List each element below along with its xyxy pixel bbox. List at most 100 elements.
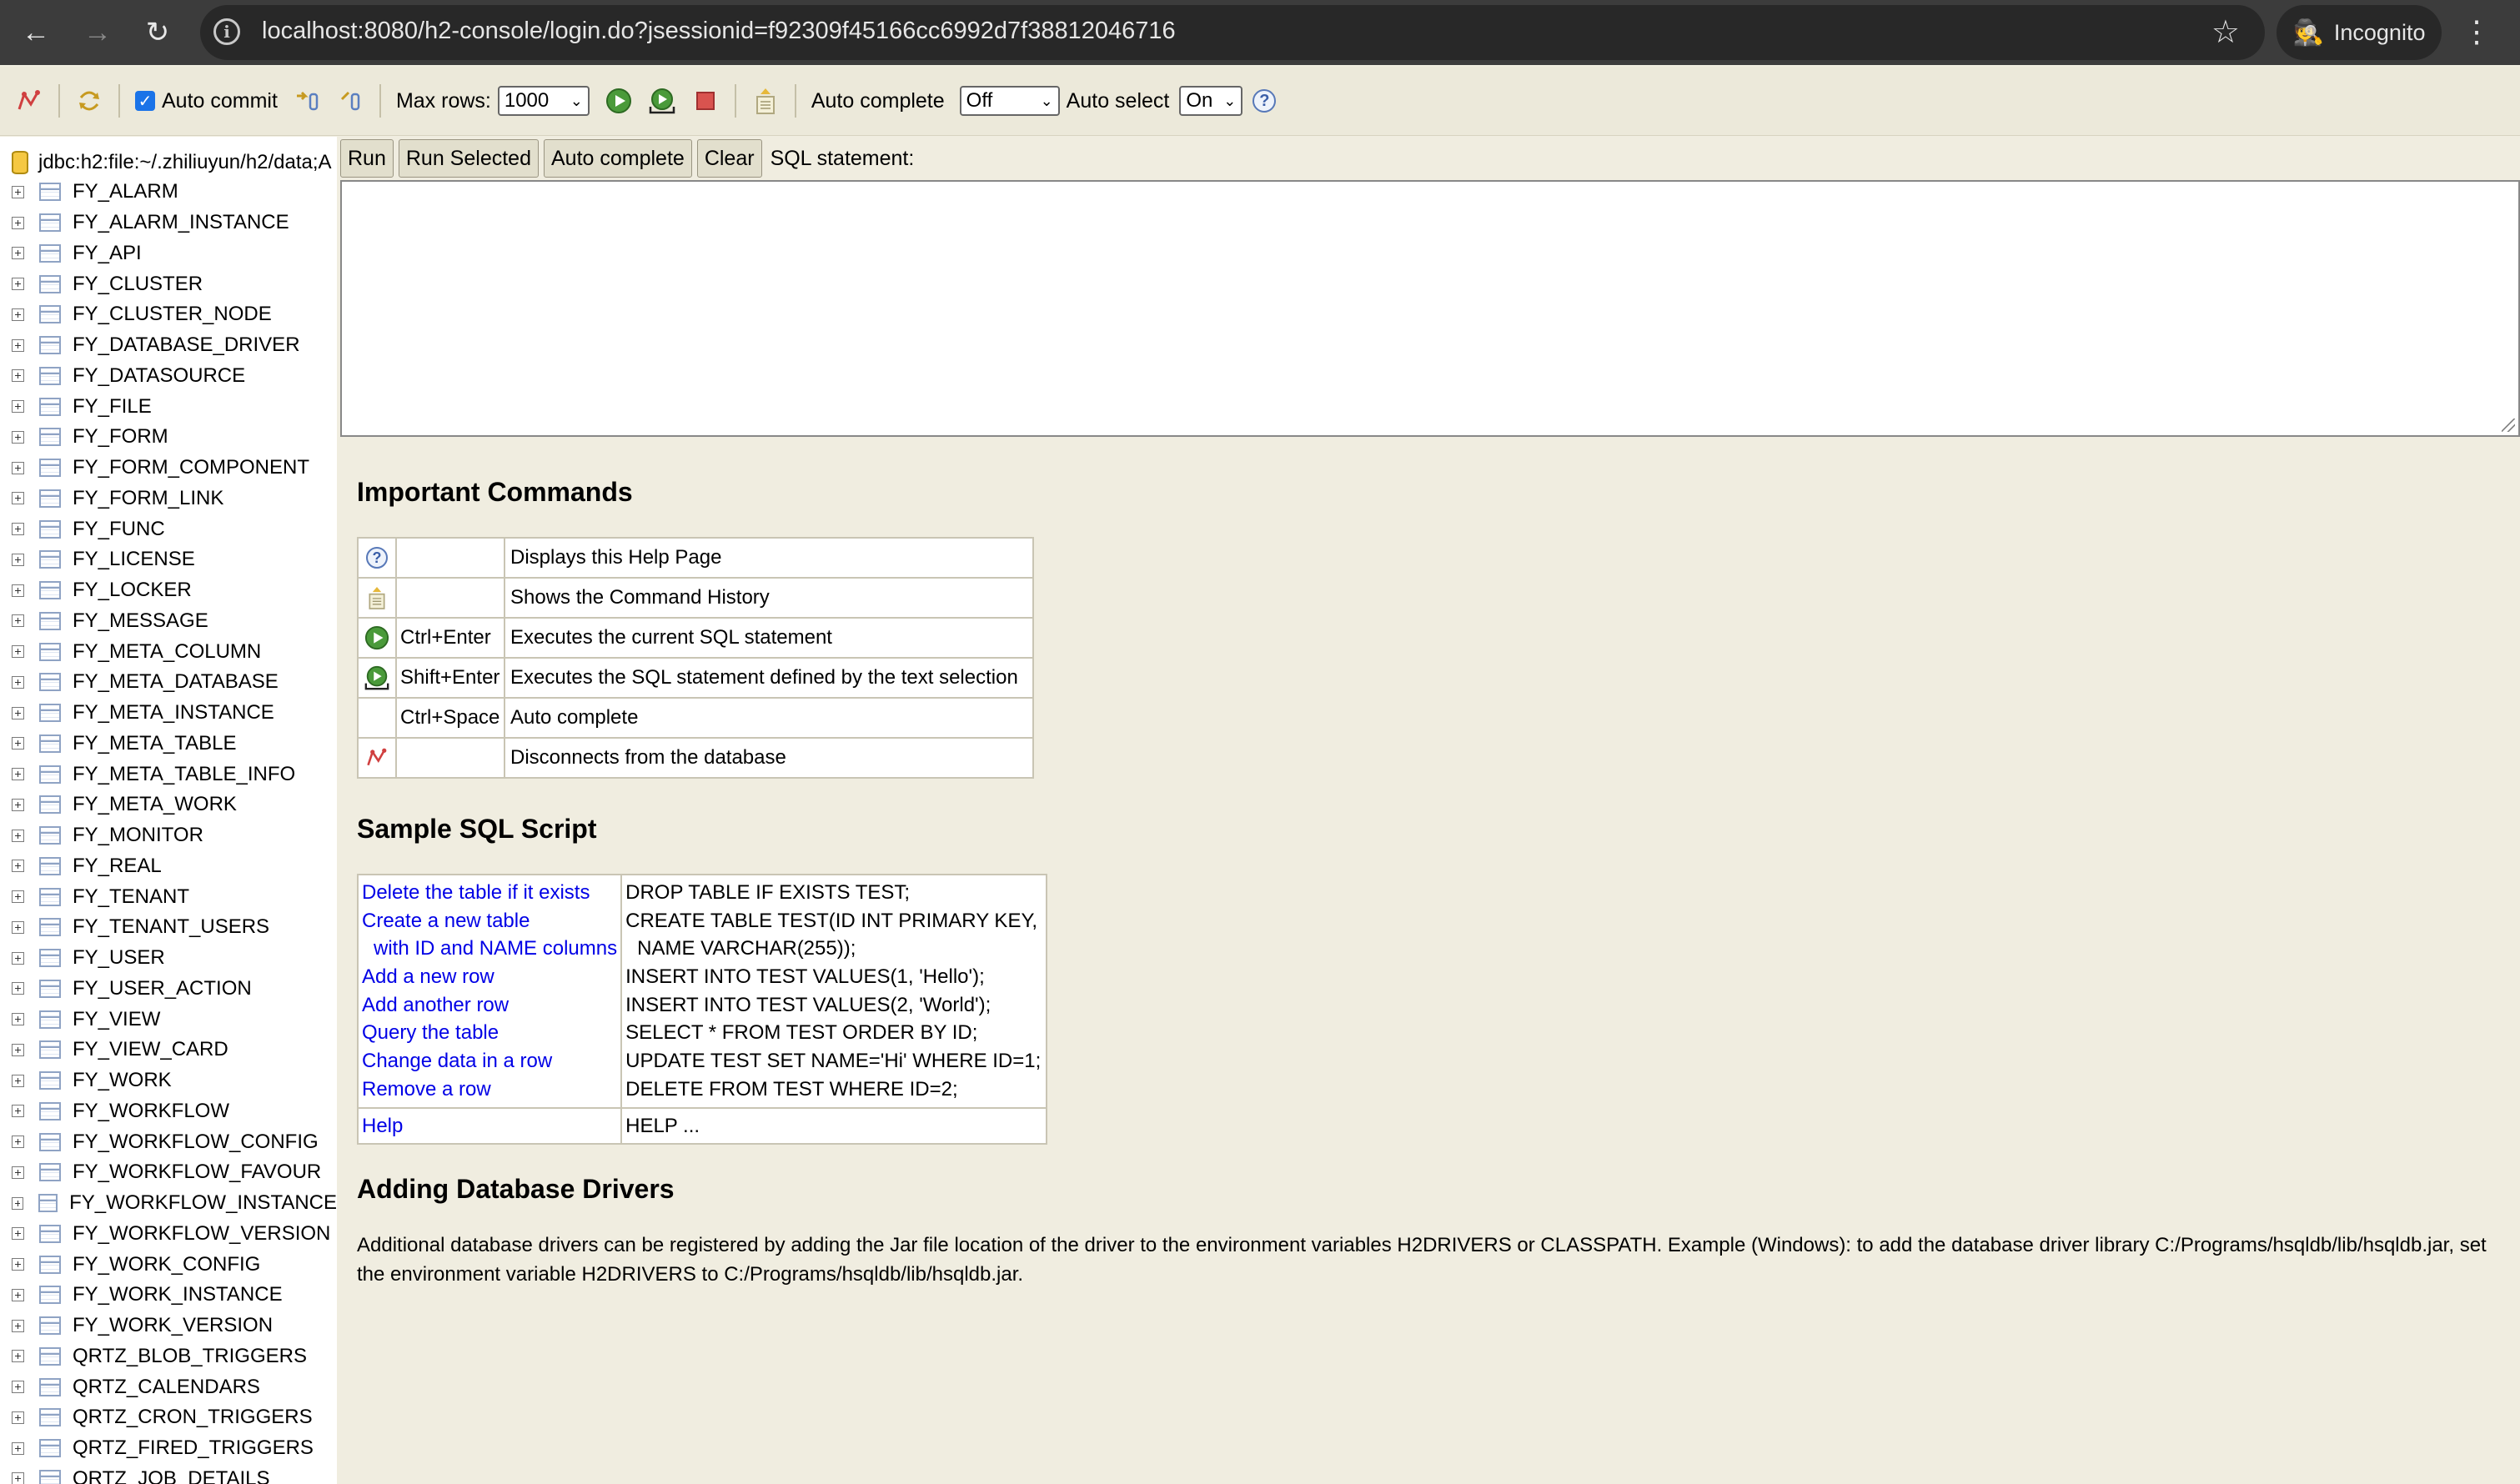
rollback-icon[interactable]	[336, 87, 364, 115]
sample-link[interactable]: Add a new row	[362, 963, 617, 991]
table-name[interactable]: FY_USER	[73, 946, 165, 970]
table-name[interactable]: FY_WORKFLOW_INSTANCE	[69, 1191, 337, 1215]
expand-icon[interactable]	[12, 584, 24, 597]
tree-table-row[interactable]: FY_VIEW_CARD	[0, 1035, 337, 1065]
tree-table-row[interactable]: FY_DATASOURCE	[0, 361, 337, 392]
sample-link[interactable]: Remove a row	[362, 1075, 617, 1104]
table-name[interactable]: FY_USER_ACTION	[73, 977, 252, 1000]
address-url[interactable]: localhost:8080/h2-console/login.do?jsess…	[262, 18, 1176, 45]
sample-link[interactable]: Query the table	[362, 1019, 617, 1047]
expand-icon[interactable]	[12, 1043, 24, 1056]
auto-complete-button[interactable]: Auto complete	[543, 139, 692, 178]
tree-table-row[interactable]: FY_CLUSTER	[0, 268, 337, 299]
stop-icon[interactable]	[691, 87, 720, 115]
run-selected-icon[interactable]	[648, 87, 676, 115]
expand-icon[interactable]	[12, 798, 24, 811]
table-name[interactable]: FY_WORKFLOW_CONFIG	[73, 1131, 319, 1154]
table-name[interactable]: FY_LICENSE	[73, 548, 195, 571]
tree-table-row[interactable]: FY_WORKFLOW	[0, 1096, 337, 1127]
expand-icon[interactable]	[12, 920, 24, 934]
tree-table-row[interactable]: FY_META_TABLE_INFO	[0, 759, 337, 790]
help-icon[interactable]: ?	[1252, 89, 1277, 113]
expand-icon[interactable]	[12, 1013, 24, 1026]
tree-table-row[interactable]: FY_LICENSE	[0, 544, 337, 575]
tree-table-row[interactable]: FY_META_COLUMN	[0, 636, 337, 667]
table-name[interactable]: FY_WORK	[73, 1069, 172, 1092]
tree-table-row[interactable]: FY_WORKFLOW_VERSION	[0, 1219, 337, 1250]
expand-icon[interactable]	[12, 890, 24, 904]
tree-table-row[interactable]: FY_WORKFLOW_FAVOUR	[0, 1157, 337, 1188]
table-name[interactable]: FY_API	[73, 242, 142, 265]
site-info-icon[interactable]: i	[213, 18, 240, 45]
tree-table-row[interactable]: FY_WORK_INSTANCE	[0, 1280, 337, 1311]
reload-icon[interactable]: ↻	[138, 13, 177, 52]
table-name[interactable]: QRTZ_JOB_DETAILS	[73, 1467, 270, 1484]
help-link[interactable]: Help	[362, 1112, 617, 1141]
expand-icon[interactable]	[12, 278, 24, 291]
commit-icon[interactable]	[293, 87, 321, 115]
sample-link[interactable]: Add another row	[362, 991, 617, 1020]
tree-table-row[interactable]: FY_FUNC	[0, 514, 337, 544]
table-name[interactable]: FY_META_INSTANCE	[73, 701, 274, 724]
table-name[interactable]: FY_MESSAGE	[73, 609, 208, 633]
table-name[interactable]: FY_FORM	[73, 425, 168, 449]
browser-menu-icon[interactable]: ⋮	[2460, 12, 2493, 52]
tree-table-row[interactable]: FY_WORK_CONFIG	[0, 1249, 337, 1280]
tree-table-row[interactable]: FY_FILE	[0, 391, 337, 422]
tree-table-row[interactable]: FY_ALARM_INSTANCE	[0, 208, 337, 238]
tree-table-row[interactable]: FY_REAL	[0, 851, 337, 882]
max-rows-select[interactable]: 1000 ⌄	[497, 86, 590, 116]
tree-table-row[interactable]: FY_TENANT	[0, 881, 337, 912]
table-name[interactable]: FY_CLUSTER_NODE	[73, 303, 272, 326]
table-name[interactable]: FY_META_WORK	[73, 793, 237, 816]
tree-table-row[interactable]: FY_WORKFLOW_CONFIG	[0, 1126, 337, 1157]
tree-table-row[interactable]: FY_FORM	[0, 422, 337, 453]
tree-table-row[interactable]: FY_LOCKER	[0, 575, 337, 606]
table-name[interactable]: FY_VIEW	[73, 1008, 160, 1031]
tree-table-row[interactable]: FY_ALARM	[0, 177, 337, 208]
expand-icon[interactable]	[12, 1350, 24, 1363]
expand-icon[interactable]	[12, 308, 24, 321]
expand-icon[interactable]	[12, 523, 24, 536]
clear-button[interactable]: Clear	[696, 139, 762, 178]
expand-icon[interactable]	[12, 706, 24, 719]
tree-table-row[interactable]: FY_FORM_LINK	[0, 484, 337, 514]
tree-table-row[interactable]: QRTZ_FIRED_TRIGGERS	[0, 1433, 337, 1464]
auto-commit-toggle[interactable]: ✓ Auto commit	[135, 89, 278, 113]
table-name[interactable]: FY_TENANT_USERS	[73, 915, 269, 939]
table-name[interactable]: FY_CLUSTER	[73, 273, 203, 296]
expand-icon[interactable]	[12, 860, 24, 873]
table-name[interactable]: FY_META_TABLE_INFO	[73, 763, 295, 786]
tree-table-row[interactable]: FY_WORK_VERSION	[0, 1311, 337, 1341]
auto-commit-checkbox[interactable]: ✓	[135, 91, 155, 111]
table-name[interactable]: FY_FUNC	[73, 518, 165, 541]
table-name[interactable]: FY_DATASOURCE	[73, 364, 245, 388]
table-name[interactable]: FY_LOCKER	[73, 579, 192, 602]
auto-select-select[interactable]: On ⌄	[1179, 86, 1243, 116]
resize-handle-icon[interactable]	[2502, 419, 2515, 432]
expand-icon[interactable]	[12, 1441, 24, 1455]
tree-table-row[interactable]: FY_USER_ACTION	[0, 974, 337, 1005]
table-name[interactable]: FY_WORKFLOW_VERSION	[73, 1222, 330, 1246]
expand-icon[interactable]	[12, 675, 24, 689]
table-name[interactable]: FY_TENANT	[73, 885, 189, 909]
tree-table-row[interactable]: FY_META_INSTANCE	[0, 698, 337, 729]
auto-complete-select[interactable]: Off ⌄	[959, 86, 1060, 116]
tree-table-row[interactable]: QRTZ_BLOB_TRIGGERS	[0, 1341, 337, 1372]
expand-icon[interactable]	[12, 216, 24, 229]
run-icon[interactable]	[605, 87, 633, 115]
sample-link[interactable]: Delete the table if it exists	[362, 879, 617, 907]
incognito-badge[interactable]: 🕵 Incognito	[2277, 5, 2442, 60]
expand-icon[interactable]	[12, 1227, 24, 1241]
tree-table-row[interactable]: FY_FORM_COMPONENT	[0, 453, 337, 484]
tree-table-row[interactable]: FY_CLUSTER_NODE	[0, 299, 337, 330]
table-name[interactable]: FY_WORK_INSTANCE	[73, 1283, 283, 1306]
run-button[interactable]: Run	[340, 139, 394, 178]
table-name[interactable]: QRTZ_CALENDARS	[73, 1376, 260, 1399]
expand-icon[interactable]	[12, 185, 24, 198]
tree-table-row[interactable]: FY_META_DATABASE	[0, 667, 337, 698]
table-name[interactable]: QRTZ_FIRED_TRIGGERS	[73, 1436, 314, 1460]
expand-icon[interactable]	[12, 1196, 23, 1210]
tree-table-row[interactable]: FY_MONITOR	[0, 820, 337, 851]
expand-icon[interactable]	[12, 492, 24, 505]
